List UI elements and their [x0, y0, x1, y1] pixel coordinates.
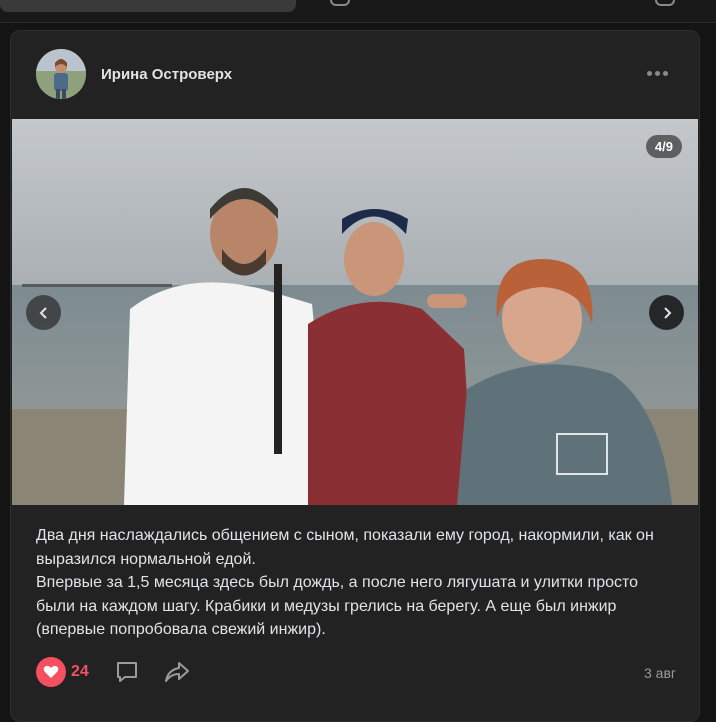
- chevron-left-icon: [39, 306, 47, 319]
- comment-button[interactable]: [114, 659, 140, 685]
- avatar[interactable]: [36, 49, 86, 99]
- comment-icon: [117, 662, 137, 682]
- more-options-button[interactable]: [647, 67, 671, 79]
- next-photo-button[interactable]: [649, 295, 684, 330]
- like-button[interactable]: [36, 657, 66, 687]
- author-name[interactable]: Ирина Островерх: [101, 66, 232, 83]
- notifications-icon[interactable]: [330, 0, 350, 6]
- post-card: Ирина Островерх 4/9 Два дня наслаждались…: [10, 30, 700, 722]
- more-horizontal-icon: [647, 70, 652, 76]
- like-count[interactable]: 24: [71, 663, 89, 681]
- post-date[interactable]: 3 авг: [644, 665, 676, 681]
- top-icons-group: [330, 0, 710, 6]
- top-navigation-bar: [0, 0, 716, 23]
- previous-photo-button[interactable]: [26, 295, 61, 330]
- heart-icon: [43, 665, 59, 678]
- photo-counter: 4/9: [645, 135, 682, 158]
- photo-image: [12, 119, 698, 505]
- menu-icon[interactable]: [655, 0, 675, 6]
- post-actions: 24 3 авг: [36, 657, 676, 691]
- share-button[interactable]: [163, 659, 191, 685]
- chevron-right-icon: [663, 306, 671, 319]
- post-photo[interactable]: 4/9: [12, 119, 698, 505]
- share-icon: [165, 662, 189, 682]
- post-text: Два дня наслаждались общением с сыном, п…: [36, 527, 654, 638]
- search-input[interactable]: [0, 0, 296, 12]
